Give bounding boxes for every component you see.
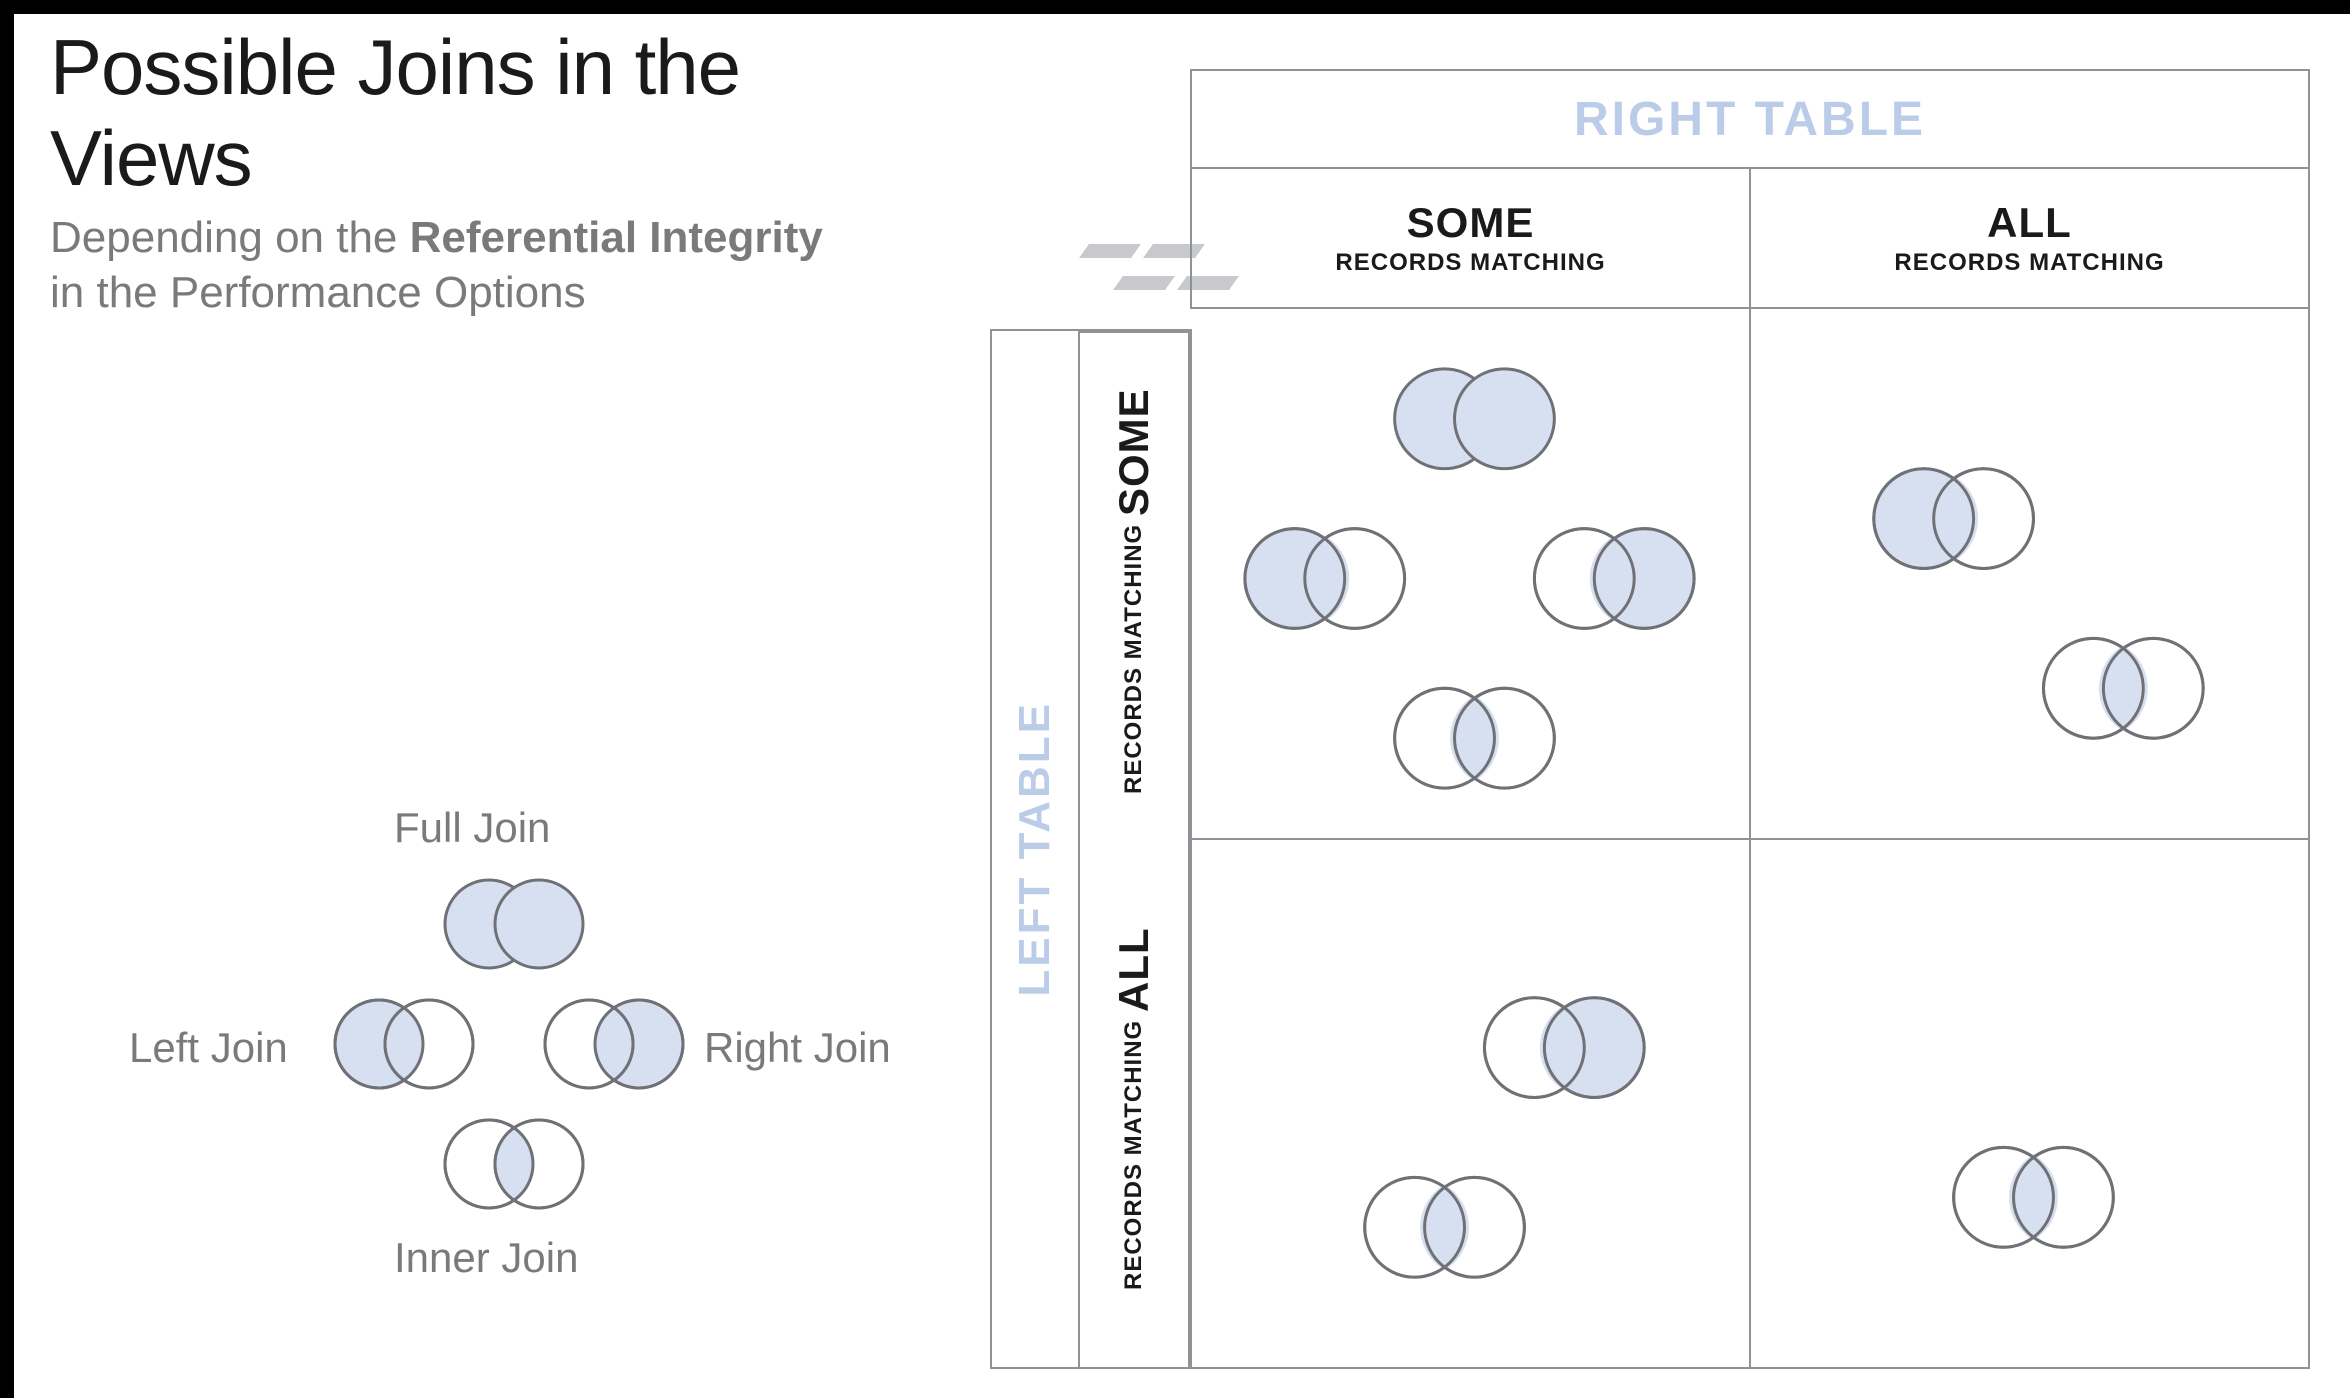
legend-inner-label: Inner Join [394, 1234, 578, 1282]
legend-right-label: Right Join [704, 1024, 891, 1072]
venn-left-icon [324, 989, 484, 1099]
col-header-all: ALL RECORDS MATCHING [1751, 169, 2308, 307]
venn-right-icon [534, 989, 694, 1099]
row-axis-title: LEFT TABLE [990, 329, 1080, 1369]
cell-all-all [1749, 838, 2308, 1367]
cell-some-all [1749, 309, 2308, 838]
cell-some-some [1190, 309, 1749, 838]
col-header-some: SOME RECORDS MATCHING [1192, 169, 1751, 307]
page-subtitle: Depending on the Referential Integrity i… [50, 210, 950, 320]
col-axis-title: RIGHT TABLE [1190, 69, 2310, 169]
join-matrix: RIGHT TABLE SOME RECORDS MATCHING ALL RE… [990, 69, 2310, 1369]
legend-full-label: Full Join [394, 804, 550, 852]
heading-block: Possible Joins in the Views Depending on… [50, 22, 950, 320]
legend-left-label: Left Join [129, 1024, 288, 1072]
row-header-some: RECORDS MATCHING SOME [1080, 331, 1188, 850]
row-header-all: RECORDS MATCHING ALL [1080, 850, 1188, 1367]
venn-full-icon [434, 869, 594, 979]
cell-all-some [1190, 838, 1749, 1367]
venn-inner-icon [434, 1109, 594, 1219]
page-title: Possible Joins in the Views [50, 22, 950, 204]
